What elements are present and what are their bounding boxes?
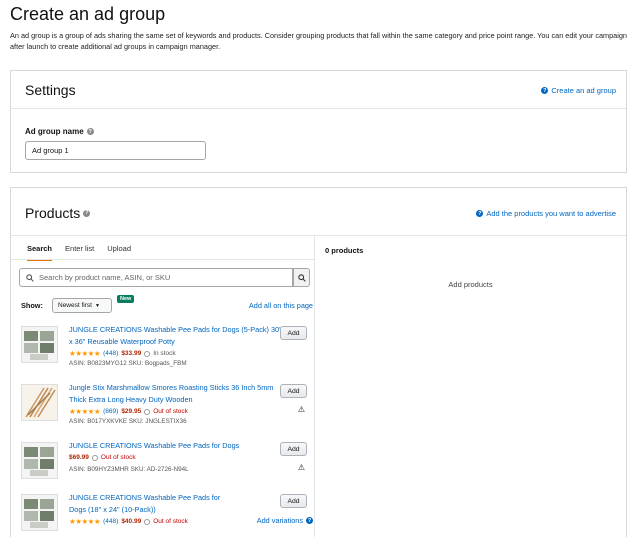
product-title-link[interactable]: JUNGLE CREATIONS Washable Pee Pads for D… <box>69 440 283 452</box>
stock-status-icon <box>144 350 151 357</box>
product-row: JUNGLE CREATIONS Washable Pee Pads for D… <box>21 324 313 380</box>
add-variations-label: Add variations <box>256 516 303 525</box>
create-ad-group-help-label: Create an ad group <box>551 86 616 95</box>
warning-icon[interactable]: ⚠ <box>298 463 305 472</box>
product-thumbnail <box>21 384 58 421</box>
product-meta: $69.99 Out of stock <box>69 454 136 461</box>
info-icon[interactable]: ? <box>83 209 91 217</box>
selected-products-count: 0 products <box>325 246 364 255</box>
add-product-button[interactable]: Add <box>280 494 307 508</box>
products-title-text: Products <box>25 205 81 221</box>
product-thumbnail <box>21 326 58 363</box>
product-search-input[interactable] <box>39 273 279 282</box>
product-price: $33.99 <box>121 350 142 357</box>
product-title-link[interactable]: Jungle Stix Marshmallow Smores Roasting … <box>69 382 283 406</box>
sort-select-value: Newest first <box>58 302 92 309</box>
help-icon: ? <box>541 87 549 94</box>
star-rating: ★★★★★ <box>69 349 101 358</box>
review-count[interactable]: (448) <box>103 350 118 357</box>
product-row: JUNGLE CREATIONS Washable Pee Pads for D… <box>21 440 313 496</box>
info-icon[interactable]: ? <box>86 128 94 135</box>
stock-status-icon <box>144 518 151 525</box>
tab-divider <box>11 259 314 260</box>
empty-state-text: Add products <box>448 280 493 289</box>
show-row: Show: Newest first ▼ New Add all on this… <box>21 295 313 314</box>
pee-pad-image <box>24 447 54 476</box>
product-meta: ★★★★★ (448) $33.99 In stock <box>69 349 176 358</box>
help-icon: ? <box>476 210 484 217</box>
settings-card: Settings ? Create an ad group Ad group n… <box>10 70 627 173</box>
pee-pad-image <box>24 331 54 360</box>
product-thumbnail <box>21 494 58 531</box>
product-title-link[interactable]: JUNGLE CREATIONS Washable Pee Pads for D… <box>69 324 283 348</box>
page-title: Create an ad group <box>10 4 166 24</box>
stock-status-icon <box>144 408 151 415</box>
show-label: Show: <box>21 301 43 310</box>
settings-header: Settings ? Create an ad group <box>11 71 626 109</box>
product-price: $69.99 <box>69 454 89 461</box>
star-rating: ★★★★★ <box>69 517 101 526</box>
product-thumbnail <box>21 442 58 479</box>
warning-icon[interactable]: ⚠ <box>298 405 305 414</box>
settings-title: Settings <box>25 82 76 98</box>
add-product-button[interactable]: Add <box>280 384 307 398</box>
ad-group-name-label-text: Ad group name <box>25 127 84 136</box>
product-search-box <box>19 268 293 287</box>
add-variations-link[interactable]: Add variations ? <box>257 516 313 525</box>
review-count[interactable]: (869) <box>103 408 118 415</box>
stock-status: In stock <box>153 350 176 357</box>
chevron-down-icon: ▼ <box>94 302 100 309</box>
product-meta: ★★★★★ (869) $29.95 Out of stock <box>69 407 188 416</box>
stock-status-icon <box>91 454 98 461</box>
ad-group-name-input[interactable] <box>25 141 206 160</box>
product-asin-sku: ASIN: B0823MYG12 SKU: Bogpads_FBM <box>69 360 187 367</box>
search-icon <box>297 273 306 282</box>
add-products-help-label: Add the products you want to advertise <box>486 209 616 218</box>
roasting-sticks-image <box>25 387 56 418</box>
product-asin-sku: ASIN: B017YXKVKE SKU: JNGLESTIX36 <box>69 418 187 425</box>
product-row: Jungle Stix Marshmallow Smores Roasting … <box>21 382 313 438</box>
star-rating: ★★★★★ <box>69 407 101 416</box>
ad-group-name-label: Ad group name ? <box>25 127 94 136</box>
product-row: JUNGLE CREATIONS Washable Pee Pads for D… <box>21 492 313 537</box>
products-title: Products ? <box>25 205 91 221</box>
product-price: $40.99 <box>121 518 142 525</box>
product-title-link[interactable]: JUNGLE CREATIONS Washable Pee Pads for D… <box>69 492 239 516</box>
help-icon: ? <box>306 517 313 524</box>
pee-pad-image <box>24 499 54 528</box>
stock-status: Out of stock <box>100 454 136 461</box>
product-meta: ★★★★★ (448) $40.99 Out of stock <box>69 517 188 526</box>
products-card: Products ? ? Add the products you want t… <box>10 187 627 537</box>
product-price: $29.95 <box>121 408 142 415</box>
review-count[interactable]: (448) <box>103 518 118 525</box>
create-ad-group-help-link[interactable]: ? Create an ad group <box>541 86 616 95</box>
products-header: Products ? ? Add the products you want t… <box>11 188 626 236</box>
add-products-help-link[interactable]: ? Add the products you want to advertise <box>476 209 616 218</box>
search-icon <box>26 273 34 282</box>
add-all-link[interactable]: Add all on this page <box>249 301 313 310</box>
sort-select[interactable]: Newest first ▼ <box>52 298 112 313</box>
page-description: An ad group is a group of ads sharing th… <box>10 31 627 51</box>
add-product-button[interactable]: Add <box>280 326 307 340</box>
new-badge: New <box>117 295 135 303</box>
stock-status: Out of stock <box>153 518 188 525</box>
search-button[interactable] <box>293 268 310 287</box>
product-asin-sku: ASIN: B09HYZ3MHR SKU: AD-2726-N94L <box>69 466 189 473</box>
stock-status: Out of stock <box>153 408 188 415</box>
add-product-button[interactable]: Add <box>280 442 307 456</box>
